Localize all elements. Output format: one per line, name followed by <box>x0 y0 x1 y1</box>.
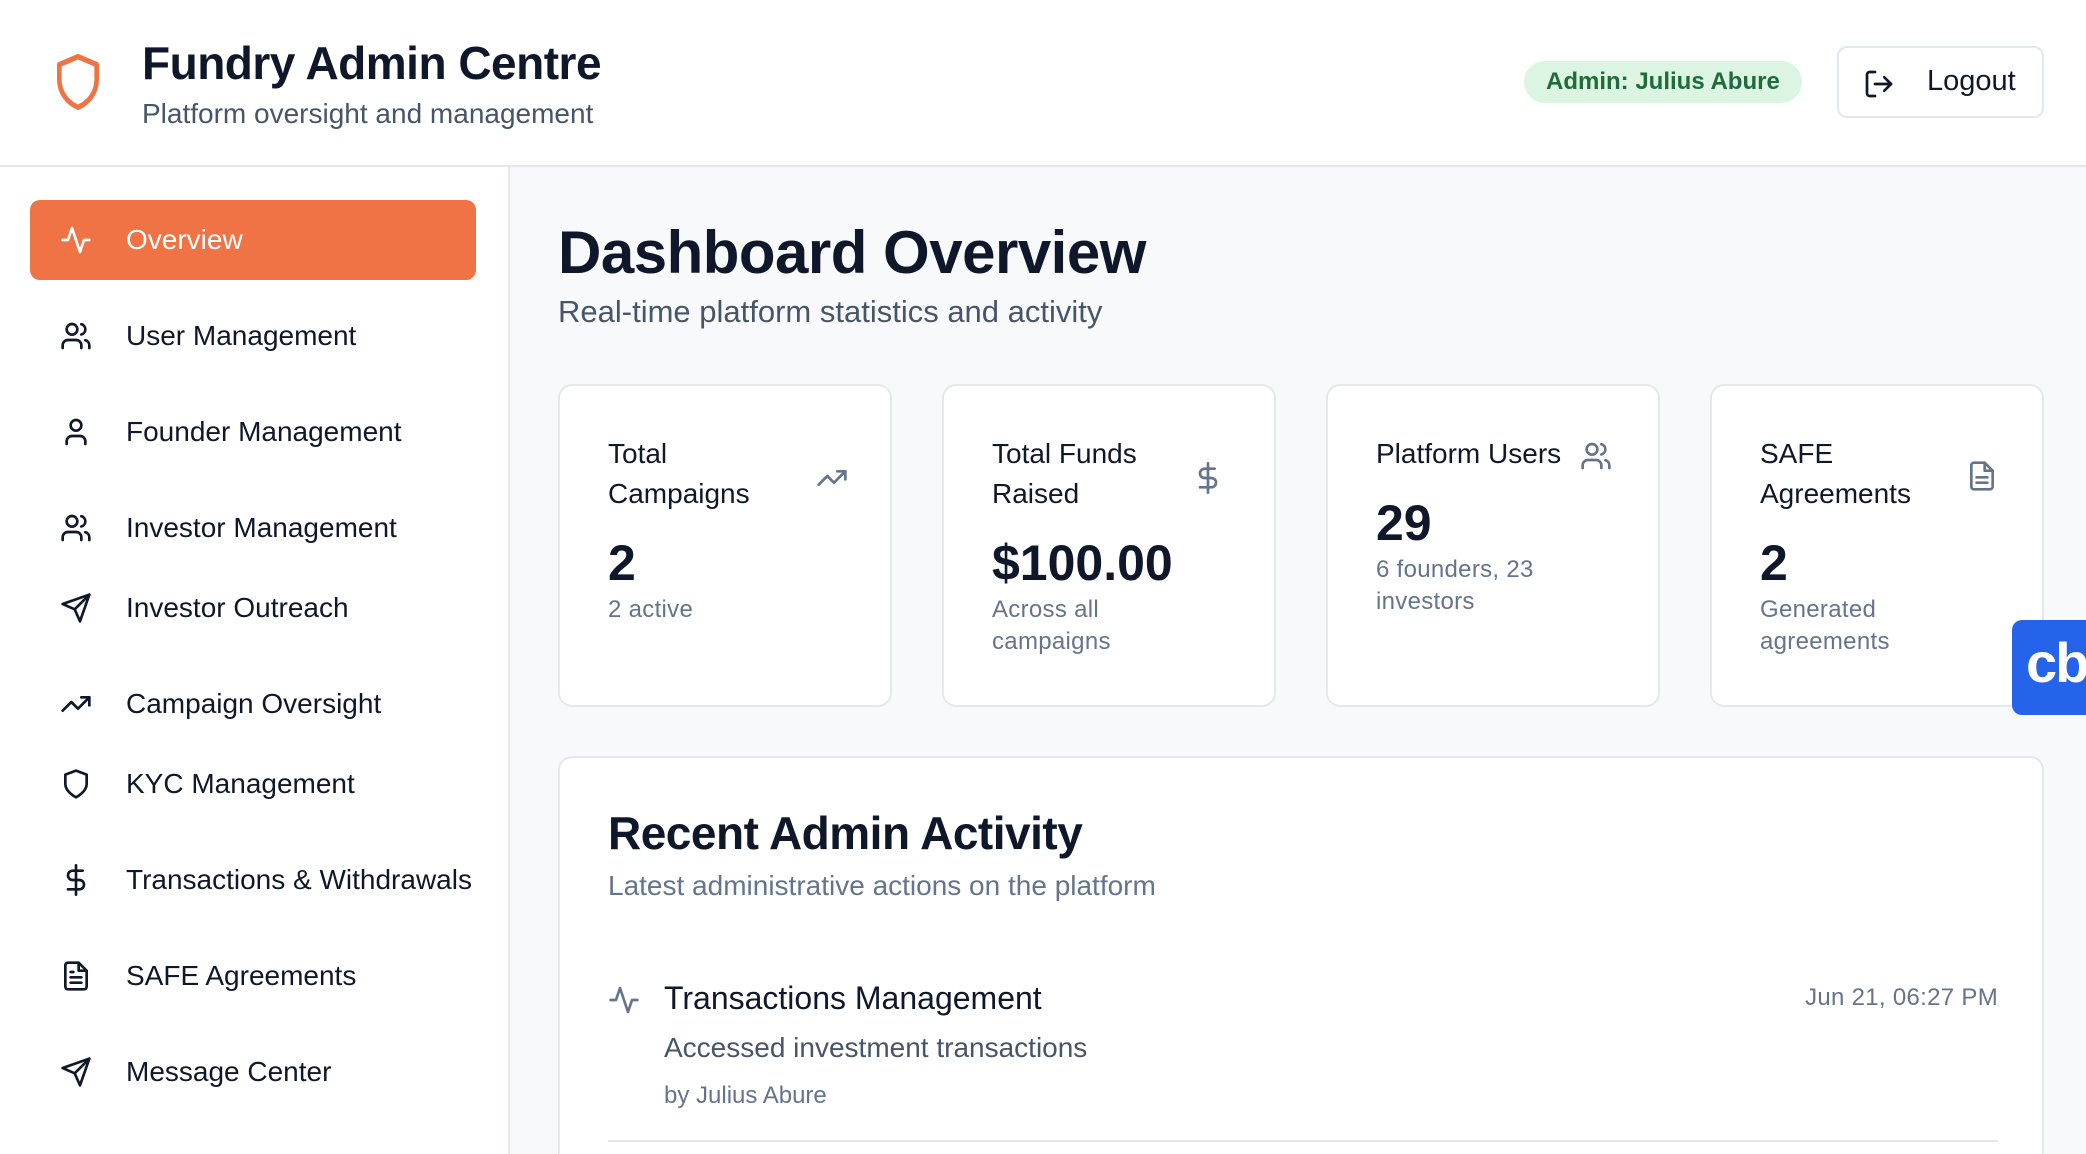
sidebar-item-label: Investor Management <box>126 512 397 543</box>
stat-label: SAFE Agreements <box>1760 438 1911 509</box>
stat-value: 2 <box>1760 535 1788 591</box>
logout-button[interactable]: Logout <box>1837 46 2044 118</box>
admin-badge: Admin: Julius Abure <box>1524 61 1802 103</box>
sidebar-item-label: SAFE Agreements <box>126 960 357 991</box>
sidebar-item-campaign-oversight[interactable]: Campaign Oversight <box>30 664 476 744</box>
activity-title: Recent Admin Activity <box>608 807 1083 859</box>
sidebar-item-message-center[interactable]: Message Center <box>30 1032 476 1112</box>
file-text-icon <box>60 960 92 992</box>
sidebar-item-founder-management[interactable]: Founder Management <box>30 392 476 472</box>
activity-subtitle: Latest administrative actions on the pla… <box>608 870 1156 901</box>
sidebar-item-investor-management[interactable]: Investor Management <box>30 488 476 568</box>
activity-divider <box>608 1140 1998 1142</box>
activity-item-title: Transactions Management <box>664 980 1042 1016</box>
logout-icon <box>1863 68 1895 100</box>
file-text-icon <box>1966 460 1998 492</box>
sidebar-item-label: User Management <box>126 320 357 351</box>
page-title: Dashboard Overview <box>558 219 1146 286</box>
shield-icon <box>50 50 106 114</box>
chat-widget-label: cb <box>2026 631 2086 694</box>
stat-value: $100.00 <box>992 535 1173 591</box>
app-title: Fundry Admin Centre <box>142 37 602 89</box>
sidebar-item-label: KYC Management <box>126 768 355 799</box>
activity-item: Transactions Management Accessed investm… <box>608 980 1998 1146</box>
stat-note: 2 active <box>608 596 694 623</box>
sidebar: Overview User Management Founder Managem… <box>0 167 510 1154</box>
trending-up-icon <box>816 462 848 494</box>
stat-card-platform-users: Platform Users 29 6 founders, 23 investo… <box>1326 384 1660 707</box>
recent-activity-card: Recent Admin Activity Latest administrat… <box>558 756 2044 1154</box>
sidebar-item-label: Message Center <box>126 1056 332 1087</box>
sidebar-item-label: Campaign Oversight <box>126 688 382 719</box>
sidebar-item-label: Transactions & Withdrawals <box>126 864 472 895</box>
send-icon <box>60 1056 92 1088</box>
user-icon <box>60 416 92 448</box>
logout-label: Logout <box>1927 65 2016 97</box>
sidebar-item-investor-outreach[interactable]: Investor Outreach <box>30 568 476 648</box>
sidebar-item-label: Investor Outreach <box>126 592 349 623</box>
users-icon <box>60 512 92 544</box>
app-header: Fundry Admin Centre Platform oversight a… <box>0 0 2086 167</box>
stat-card-total-campaigns: Total Campaigns 2 2 active <box>558 384 892 707</box>
activity-item-time: Jun 21, 06:27 PM <box>1805 984 1998 1011</box>
app-subtitle: Platform oversight and management <box>142 98 594 129</box>
activity-item-description: Accessed investment transactions <box>664 1032 1088 1063</box>
sidebar-item-safe-agreements[interactable]: SAFE Agreements <box>30 936 476 1016</box>
dollar-icon <box>1192 462 1224 494</box>
shield-icon <box>60 768 92 800</box>
sidebar-item-user-management[interactable]: User Management <box>30 296 476 376</box>
sidebar-item-kyc-management[interactable]: KYC Management <box>30 744 476 824</box>
sidebar-item-label: Founder Management <box>126 416 402 447</box>
dollar-icon <box>60 864 92 896</box>
activity-icon <box>60 224 92 256</box>
sidebar-item-label: Overview <box>126 224 243 255</box>
stat-note: Across all campaigns <box>992 596 1111 655</box>
chat-widget-button[interactable]: cb <box>2012 620 2086 715</box>
stat-card-total-funds: Total Funds Raised $100.00 Across all ca… <box>942 384 1276 707</box>
activity-item-author: by Julius Abure <box>664 1082 827 1109</box>
users-icon <box>60 320 92 352</box>
stat-value: 2 <box>608 535 636 591</box>
stat-label: Total Campaigns <box>608 438 750 509</box>
stat-note: 6 founders, 23 investors <box>1376 556 1534 615</box>
stat-label: Platform Users <box>1376 438 1562 469</box>
page-subtitle: Real-time platform statistics and activi… <box>558 294 1103 329</box>
sidebar-item-overview[interactable]: Overview <box>30 200 476 280</box>
trending-up-icon <box>60 688 92 720</box>
stat-value: 29 <box>1376 495 1432 551</box>
activity-icon <box>608 984 640 1016</box>
stat-card-safe-agreements: SAFE Agreements 2 Generated agreements <box>1710 384 2044 707</box>
users-icon <box>1580 440 1612 472</box>
send-icon <box>60 592 92 624</box>
stat-label: Total Funds Raised <box>992 438 1137 509</box>
sidebar-item-transactions[interactable]: Transactions & Withdrawals <box>30 840 476 920</box>
stat-note: Generated agreements <box>1760 596 1890 655</box>
